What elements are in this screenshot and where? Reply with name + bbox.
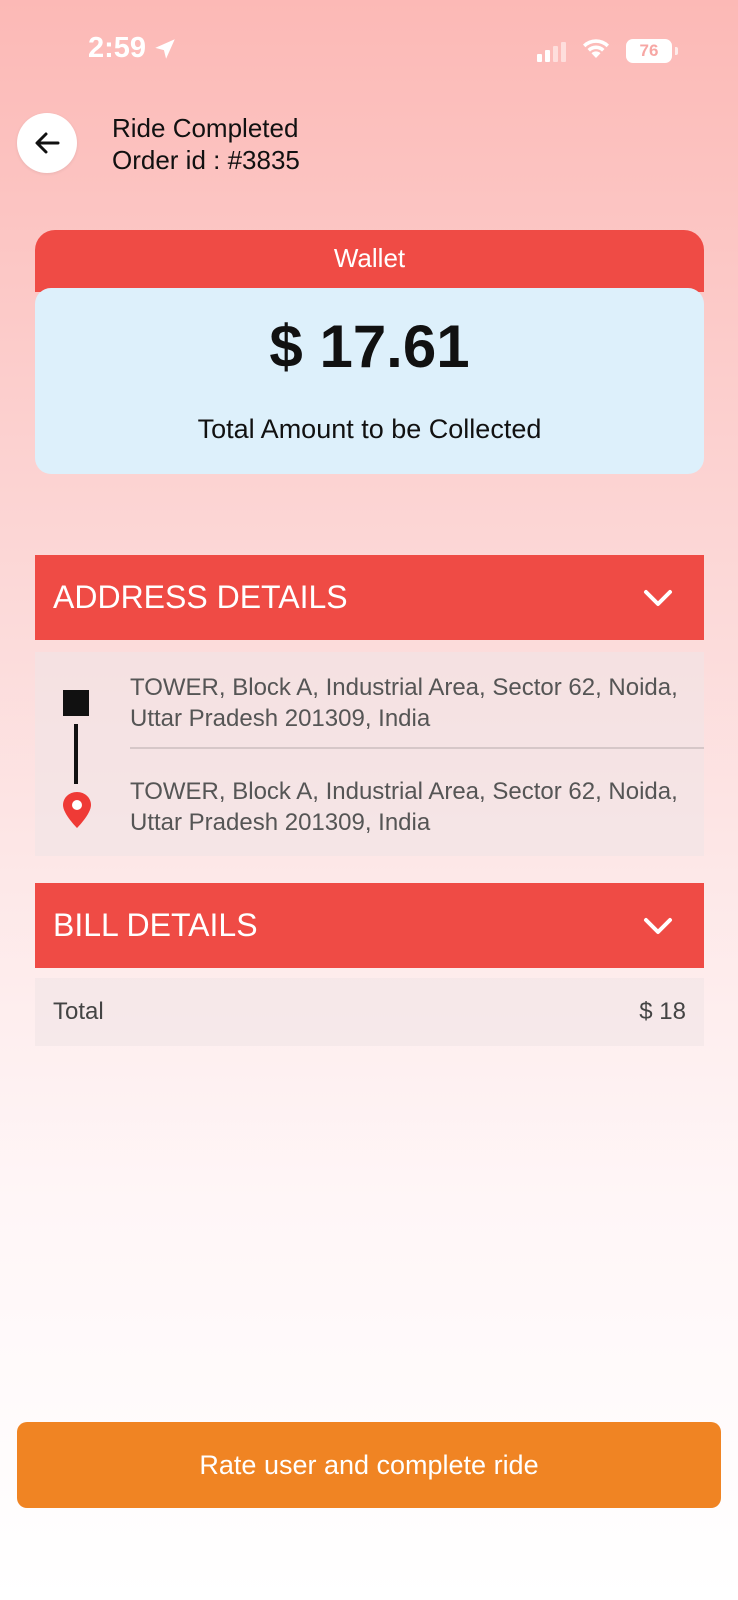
cellular-signal-icon <box>537 40 566 62</box>
address-divider <box>130 747 704 749</box>
pickup-address: TOWER, Block A, Industrial Area, Sector … <box>130 674 678 732</box>
battery-level: 76 <box>639 40 659 60</box>
chevron-down-icon <box>644 589 672 606</box>
route-connector <box>74 724 78 784</box>
chevron-down-icon <box>644 917 672 934</box>
location-pin-icon <box>63 792 91 828</box>
dropoff-address: TOWER, Block A, Industrial Area, Sector … <box>130 778 678 836</box>
address-details-header[interactable]: ADDRESS DETAILS <box>35 555 704 640</box>
wifi-icon <box>580 36 612 65</box>
battery-icon: 76 <box>626 38 678 63</box>
pickup-square-icon <box>63 690 89 716</box>
order-id: Order id : #3835 <box>112 145 300 175</box>
back-button[interactable] <box>17 113 77 173</box>
wallet-card: Wallet $ 17.61 Total Amount to be Collec… <box>35 230 704 478</box>
address-details-title: ADDRESS DETAILS <box>53 579 348 615</box>
wallet-amount: $ 17.61 <box>269 313 470 380</box>
wallet-caption: Total Amount to be Collected <box>197 414 542 444</box>
bill-total-row: Total $ 18 <box>35 978 704 1046</box>
status-time: 2:59 <box>88 32 178 65</box>
header: Ride Completed Order id : #3835 <box>112 112 300 176</box>
wallet-label: Wallet <box>333 242 406 273</box>
wallet-header: Wallet <box>35 230 704 292</box>
bill-details-header[interactable]: BILL DETAILS <box>35 883 704 968</box>
address-card: TOWER, Block A, Industrial Area, Sector … <box>35 652 704 856</box>
page-title: Ride Completed <box>112 113 299 143</box>
wallet-body: $ 17.61 Total Amount to be Collected <box>35 288 704 474</box>
bill-details-title: BILL DETAILS <box>53 907 258 943</box>
rate-and-complete-button[interactable]: Rate user and complete ride <box>17 1422 721 1508</box>
status-time-text: 2:59 <box>88 32 147 64</box>
bill-total-label: Total <box>53 998 104 1025</box>
status-bar: 2:59 76 <box>0 0 738 100</box>
arrow-left-icon <box>35 132 60 154</box>
status-indicators: 76 <box>537 36 678 65</box>
bill-total-value: $ 18 <box>639 998 686 1025</box>
route-indicator <box>63 690 91 828</box>
location-arrow-icon <box>155 38 175 59</box>
